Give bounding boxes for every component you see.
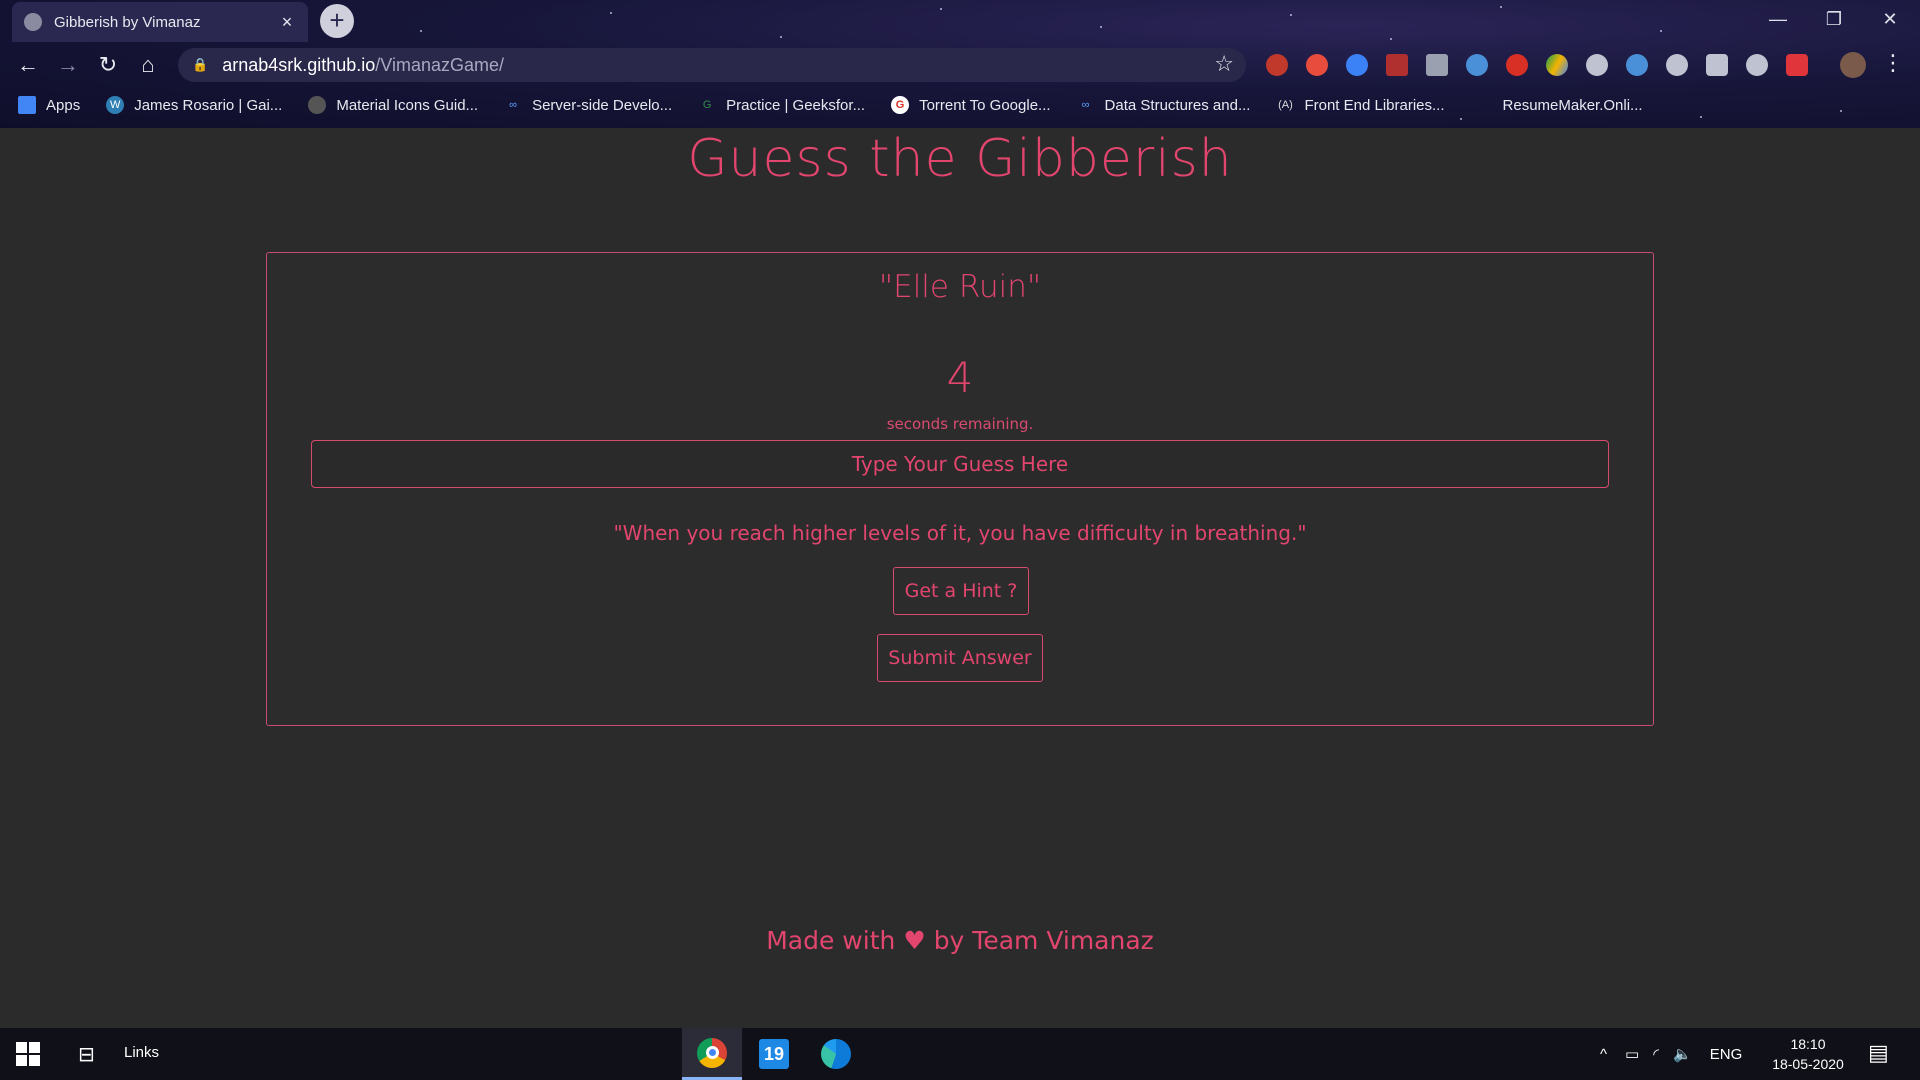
browser-toolbar: ← → ↻ ⌂ 🔒 arnab4srk.github.io/VimanazGam… [0, 46, 1920, 84]
taskbar-chrome[interactable] [682, 1028, 742, 1080]
material-icon [308, 96, 327, 114]
links-toolbar[interactable]: Links [124, 1044, 159, 1061]
edge-icon [821, 1039, 851, 1069]
bookmark-star-icon[interactable]: ☆ [1214, 51, 1234, 77]
google-icon: G [891, 96, 910, 114]
windows-taskbar: ⊟ Links 19 ^ ▭ ◜ 🔈 ENG 18:10 18-05-2020 … [0, 1028, 1920, 1080]
calendar-19-icon: 19 [759, 1039, 789, 1069]
gibberish-phrase: "Elle Ruin" [878, 269, 1042, 305]
bookmark-item[interactable]: ∞ Data Structures and... [1077, 96, 1251, 114]
heart-icon: ♥ [903, 926, 926, 955]
close-window-button[interactable]: ✕ [1862, 4, 1918, 34]
system-tray: ^ ▭ ◜ 🔈 ENG [1600, 1028, 1742, 1080]
clock-time: 18:10 [1790, 1036, 1826, 1052]
infinity-icon: ∞ [509, 99, 517, 111]
bookmark-item[interactable]: G Torrent To Google... [891, 96, 1051, 114]
submit-answer-button[interactable]: Submit Answer [877, 634, 1043, 682]
bookmark-item[interactable]: G Practice | Geeksfor... [698, 96, 865, 114]
extension-icon[interactable] [1786, 54, 1808, 76]
battery-icon[interactable]: ▭ [1625, 1045, 1639, 1063]
windows-start-icon[interactable] [16, 1042, 40, 1066]
bookmark-item[interactable]: ResumeMaker.Onli... [1503, 97, 1643, 114]
taskbar-edge[interactable] [806, 1028, 866, 1080]
tab-strip: Gibberish by Vimanaz × + — ❐ ✕ [0, 0, 1920, 42]
bookmark-label: ResumeMaker.Onli... [1502, 96, 1643, 114]
avatar[interactable] [1840, 52, 1866, 78]
restore-button[interactable]: ❐ [1806, 4, 1862, 34]
wordpress-icon: W [106, 96, 125, 114]
extension-gmail-icon[interactable] [1506, 54, 1528, 76]
apps-grid-icon [18, 96, 36, 114]
more-menu-icon[interactable]: ⋮ [1882, 50, 1904, 76]
geeksforgeeks-icon: G [702, 99, 712, 111]
bookmark-label: James Rosario | Gai... [134, 96, 283, 114]
extension-camera-icon[interactable] [1706, 54, 1728, 76]
bookmark-label: Server-side Develo... [532, 96, 673, 114]
bookmark-item[interactable]: W James Rosario | Gai... [106, 96, 282, 114]
freecodecamp-icon: (A) [1278, 99, 1293, 111]
extension-icon[interactable] [1346, 54, 1368, 76]
infinity-icon: ∞ [1081, 99, 1090, 111]
tab-title: Gibberish by Vimanaz [54, 13, 201, 31]
url-host: arnab4srk.github.io [222, 54, 376, 75]
volume-icon[interactable]: 🔈 [1673, 1045, 1692, 1063]
address-bar[interactable]: 🔒 arnab4srk.github.io/VimanazGame/ ☆ [178, 48, 1246, 82]
bookmark-item[interactable]: ∞ Server-side Develo... [504, 96, 672, 114]
footer: Made with ♥ by Team Vimanaz [0, 926, 1920, 955]
new-tab-button[interactable]: + [320, 4, 354, 38]
bookmark-label: Data Structures and... [1104, 96, 1251, 114]
clock-date: 18-05-2020 [1772, 1056, 1844, 1072]
game-card: "Elle Ruin" 4 seconds remaining. "When y… [266, 252, 1654, 726]
taskbar-calendar[interactable]: 19 [744, 1028, 804, 1080]
reload-icon[interactable]: ↻ [92, 49, 124, 81]
extension-pdf-icon[interactable] [1386, 54, 1408, 76]
extension-globe-icon[interactable] [1666, 54, 1688, 76]
close-icon[interactable]: × [278, 12, 296, 33]
url-path: /VimanazGame/ [375, 54, 505, 75]
bookmark-item[interactable]: Apps [18, 96, 80, 114]
countdown-timer: 4 [946, 353, 974, 402]
get-hint-button[interactable]: Get a Hint ? [893, 567, 1029, 615]
extension-drive-icon[interactable] [1546, 54, 1568, 76]
extension-icon[interactable] [1466, 54, 1488, 76]
wifi-icon[interactable]: ◜ [1653, 1045, 1659, 1063]
minimize-button[interactable]: — [1750, 4, 1806, 34]
extension-copy-icon[interactable] [1426, 54, 1448, 76]
extension-adblock-icon[interactable] [1266, 54, 1288, 76]
extension-icon[interactable] [1626, 54, 1648, 76]
clock[interactable]: 18:10 18-05-2020 [1768, 1034, 1848, 1074]
page-title: Guess the Gibberish [687, 129, 1233, 189]
home-icon[interactable]: ⌂ [132, 49, 164, 81]
bookmark-item[interactable]: (A) Front End Libraries... [1276, 96, 1444, 114]
language-indicator[interactable]: ENG [1710, 1046, 1743, 1063]
forward-arrow-icon[interactable]: → [52, 49, 84, 81]
bookmark-item[interactable]: Material Icons Guid... [308, 96, 478, 114]
countdown-label: seconds remaining. [886, 415, 1034, 433]
back-arrow-icon[interactable]: ← [12, 49, 44, 81]
bookmark-label: Torrent To Google... [919, 96, 1051, 114]
footer-text-after: by Team Vimanaz [933, 926, 1154, 955]
chevron-up-icon[interactable]: ^ [1600, 1046, 1607, 1063]
task-view-icon[interactable]: ⊟ [78, 1042, 95, 1067]
lock-icon: 🔒 [192, 57, 209, 72]
bookmark-label: Apps [46, 96, 81, 114]
browser-chrome: Gibberish by Vimanaz × + — ❐ ✕ ← → ↻ ⌂ 🔒… [0, 0, 1920, 128]
extension-lastpass-icon[interactable] [1306, 54, 1328, 76]
footer-text-before: Made with [766, 926, 896, 955]
guess-input[interactable] [311, 440, 1609, 488]
extension-cloud-icon[interactable] [1746, 54, 1768, 76]
bookmark-label: Material Icons Guid... [336, 96, 479, 114]
tab-gibberish[interactable]: Gibberish by Vimanaz × [12, 2, 308, 42]
hint-text: "When you reach higher levels of it, you… [613, 521, 1307, 545]
extension-search-icon[interactable] [1586, 54, 1608, 76]
notifications-icon[interactable]: ▤ [1868, 1040, 1889, 1066]
bookmark-label: Practice | Geeksfor... [726, 96, 866, 114]
bookmark-label: Front End Libraries... [1304, 96, 1445, 114]
page-content: Guess the Gibberish "Elle Ruin" 4 second… [0, 128, 1920, 1028]
bookmarks-bar: Apps W James Rosario | Gai... Material Ic… [0, 90, 1920, 120]
globe-icon [24, 13, 42, 31]
chrome-icon [697, 1037, 727, 1068]
